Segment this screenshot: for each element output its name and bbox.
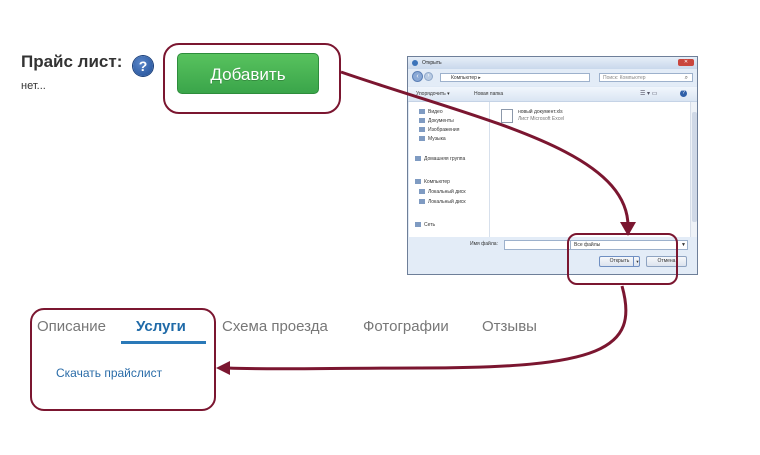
- arrowhead-dialog: [620, 222, 636, 236]
- annotation-arrows: [216, 70, 636, 375]
- arrow-add-to-dialog: [340, 70, 630, 229]
- arrowhead-services: [216, 361, 230, 375]
- arrow-dialog-to-services: [227, 285, 628, 371]
